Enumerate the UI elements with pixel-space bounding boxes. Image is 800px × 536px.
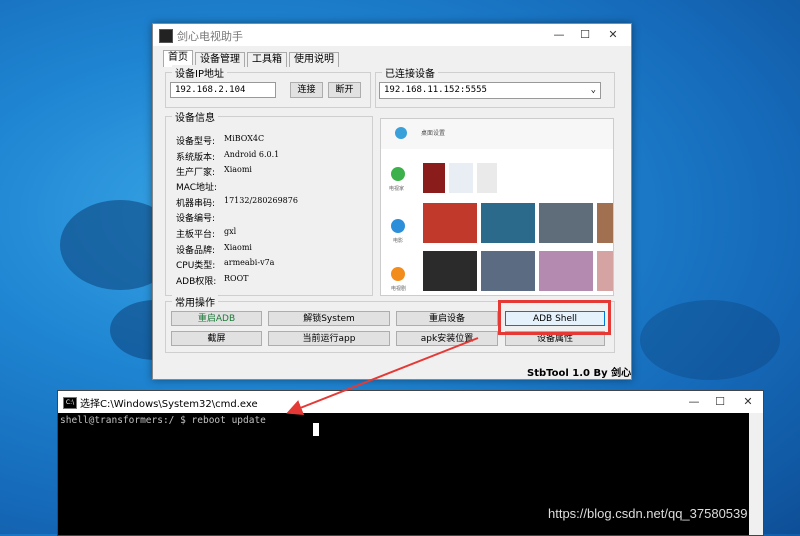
watermark-text: https://blog.csdn.net/qq_37580539 [548,506,748,521]
annotation-arrow [286,337,479,416]
